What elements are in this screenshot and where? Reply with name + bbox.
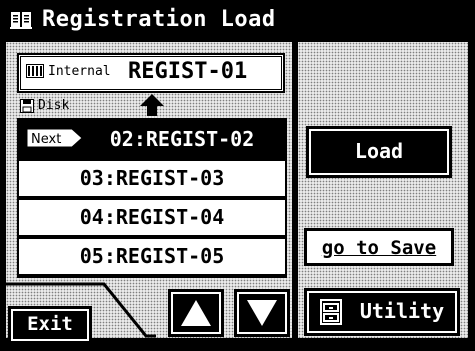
next-tag: Next [26,128,83,148]
scroll-up-button[interactable] [168,289,224,337]
internal-label: Internal [48,64,111,79]
current-registration-name: REGIST-01 [128,59,248,84]
go-to-save-button[interactable]: go to Save [304,228,454,266]
cabinet-icon [320,299,342,325]
list-item[interactable]: 04:REGIST-04 [19,200,285,235]
utility-button[interactable]: Utility [304,288,460,336]
list-item-label: 02:REGIST-02 [109,127,255,151]
book-icon [10,12,32,29]
list-item-label: 04:REGIST-04 [79,205,225,229]
triangle-down-icon [247,300,277,326]
exit-button-label: Exit [27,313,73,335]
load-button-label: Load [354,139,404,163]
list-item[interactable]: 05:REGIST-05 [19,239,285,274]
list-item-label: 05:REGIST-05 [79,244,225,268]
scroll-down-button[interactable] [234,289,290,337]
list-item-label: 03:REGIST-03 [79,166,225,190]
utility-button-label: Utility [359,299,445,323]
triangle-up-icon [181,300,211,326]
disk-label: Disk [38,98,70,113]
keyboard-icon [26,64,44,78]
go-to-save-label: go to Save [321,237,437,259]
list-item[interactable]: 03:REGIST-03 [19,161,285,196]
exit-button[interactable]: Exit [8,306,92,344]
up-arrow-icon [140,94,164,116]
window-title: Registration Load [42,7,276,32]
title-bar: Registration Load [0,0,475,40]
load-button[interactable]: Load [306,126,452,178]
floppy-disk-icon [20,99,34,113]
next-tag-label: Next [31,132,61,147]
